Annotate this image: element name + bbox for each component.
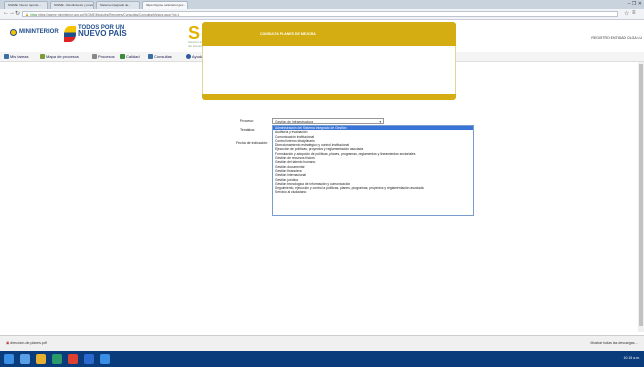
- menu-item-consultas[interactable]: Consultas: [148, 53, 172, 60]
- app-icon[interactable]: [52, 354, 62, 364]
- lock-icon: 🔒: [25, 13, 30, 17]
- url-scheme: https: [30, 13, 38, 17]
- browser-tab-bar: SIGME: Nuevo reporte… SIGME - Rendimient…: [0, 0, 644, 9]
- nuevo-pais-flag-icon: [64, 26, 76, 42]
- taskbar-clock: 10:15 a.m.: [623, 356, 640, 360]
- check-icon: [120, 54, 125, 60]
- gear-icon: [92, 54, 97, 60]
- menu-icon[interactable]: ≡: [632, 10, 636, 16]
- url-input[interactable]: 🔒 https https://sigme.mininterior.gov.co…: [22, 11, 618, 17]
- ministry-logo-text: MININTERIOR: [19, 29, 59, 35]
- slogan-logo: TODOS POR UN NUEVO PAÍS: [78, 25, 127, 38]
- proceso-label: Proceso:: [240, 119, 254, 123]
- reload-icon[interactable]: ↻: [15, 10, 20, 17]
- pdf-icon: ▣: [6, 341, 10, 345]
- dropdown-option[interactable]: Servicio al ciudadano: [273, 190, 473, 194]
- show-all-downloads-link[interactable]: Mostrar todas las descargas…: [591, 341, 638, 345]
- slogan-line2: NUEVO PAÍS: [78, 29, 127, 38]
- folder-icon[interactable]: [36, 354, 46, 364]
- scrollbar-thumb[interactable]: [639, 64, 643, 326]
- address-bar-area: ← → ↻ 🔒 https https://sigme.mininterior.…: [0, 9, 644, 20]
- app-icon[interactable]: [100, 354, 110, 364]
- panel-footer: [202, 94, 456, 100]
- map-icon: [40, 54, 45, 60]
- proceso-dropdown-list[interactable]: Administración del Sistema Integrado de …: [272, 125, 474, 216]
- menu-item-mis-tareas[interactable]: Mis tareas: [4, 53, 28, 60]
- menu-item-ayuda[interactable]: Ayuda: [186, 53, 203, 60]
- ministry-seal-icon: [10, 29, 17, 36]
- browser-tab-active[interactable]: https://sigme.mininterior.gov…: [142, 1, 188, 9]
- menu-item-calidad[interactable]: Calidad: [120, 53, 140, 60]
- proceso-select[interactable]: Gestión de Infraestructura ▾: [272, 118, 384, 124]
- proceso-select-value: Gestión de Infraestructura: [275, 120, 314, 124]
- page-scrollbar[interactable]: [638, 62, 644, 332]
- window-controls[interactable]: – ❐ ✕: [628, 1, 642, 7]
- star-icon[interactable]: ☆: [624, 10, 629, 17]
- browser-tab[interactable]: Sistema integrado de…: [96, 1, 140, 9]
- url-text: https://sigme.mininterior.gov.co/SIGME/M…: [38, 13, 180, 17]
- panel-header: CONSULTA PLANES DE MEJORA: [202, 22, 456, 46]
- panel-title: CONSULTA PLANES DE MEJORA: [260, 32, 316, 36]
- menu-item-procesos[interactable]: Procesos: [92, 53, 115, 60]
- download-bar: ▣ direccion-de-planes.pdf Mostrar todas …: [0, 335, 644, 352]
- word-icon[interactable]: [84, 354, 94, 364]
- start-icon[interactable]: [4, 354, 14, 364]
- help-icon: [186, 54, 191, 60]
- fecha-label: Fecha de indicación:: [236, 141, 269, 145]
- ie-icon[interactable]: [20, 354, 30, 364]
- tematica-label: Temática:: [240, 128, 255, 132]
- browser-tab[interactable]: SIGME: Nuevo reporte…: [4, 1, 48, 9]
- download-item[interactable]: ▣ direccion-de-planes.pdf: [6, 341, 47, 345]
- panel-body: [202, 46, 456, 94]
- user-name: REGISTRO ENTIDAD OLGA LU: [591, 36, 642, 40]
- browser-tab[interactable]: SIGME - Rendimiento y proceso…: [50, 1, 94, 9]
- menu-item-mapa-procesos[interactable]: Mapa de procesos: [40, 53, 79, 60]
- search-icon: [148, 54, 153, 60]
- os-taskbar: 10:15 a.m.: [0, 351, 644, 367]
- chrome-icon[interactable]: [68, 354, 78, 364]
- user-icon: [4, 54, 9, 60]
